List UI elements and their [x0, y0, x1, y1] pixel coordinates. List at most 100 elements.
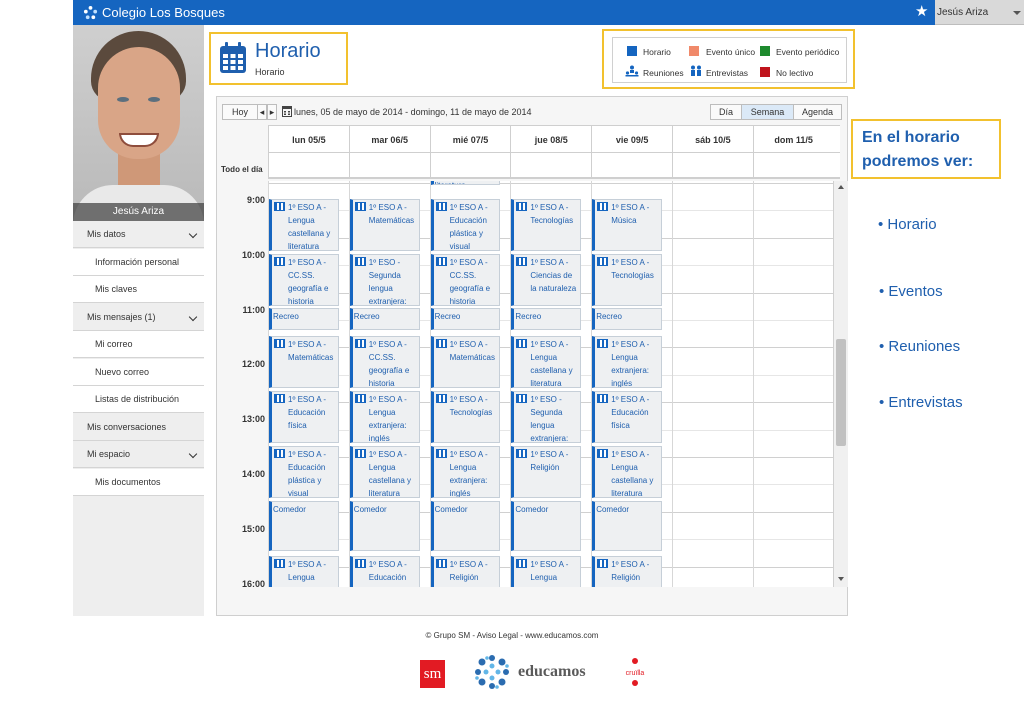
- info-callout: En el horario podremos ver:: [851, 119, 1001, 179]
- class-icon: [354, 339, 366, 349]
- class-icon: [354, 558, 366, 568]
- schedule-event[interactable]: 1º ESO A - Lengua extranjera: inglés: [592, 336, 662, 389]
- schedule-event[interactable]: Recreo: [511, 308, 582, 330]
- sidebar-item-5[interactable]: Nuevo correo: [73, 358, 204, 386]
- info-heading-line2: podremos ver:: [862, 153, 974, 170]
- sidebar-item-3[interactable]: Mis mensajes (1): [73, 303, 204, 331]
- schedule-event[interactable]: 1º ESO A - Religión: [430, 555, 501, 587]
- sidebar-item-7[interactable]: Mis conversaciones: [73, 413, 204, 441]
- schedule-event[interactable]: 1º ESO A - Matemáticas: [430, 336, 501, 389]
- schedule-event[interactable]: 1º ESO A - Lengua extranjera: inglés: [511, 555, 582, 587]
- sidebar-item-1[interactable]: Información personal: [73, 248, 204, 276]
- view-week-button[interactable]: Semana: [741, 104, 794, 120]
- schedule-event[interactable]: Recreo: [349, 308, 420, 330]
- schedule-event[interactable]: 1º ESO A - Tecnologías: [511, 199, 582, 252]
- prev-week-button[interactable]: ◂: [257, 104, 267, 120]
- all-day-cell[interactable]: [591, 153, 672, 177]
- all-day-cell[interactable]: [672, 153, 753, 177]
- schedule-event[interactable]: 1º ESO A - Lengua castellana y literatur…: [349, 446, 420, 498]
- class-icon: [516, 202, 528, 212]
- user-menu[interactable]: Jesús Ariza: [935, 0, 1024, 25]
- sidebar-item-4[interactable]: Mi correo: [73, 331, 204, 358]
- schedule-event[interactable]: 1º ESO A - Educación plástica y visual: [349, 555, 420, 587]
- scroll-down-icon[interactable]: [838, 577, 844, 581]
- today-button[interactable]: Hoy: [222, 104, 258, 120]
- chevron-down-icon[interactable]: [188, 229, 198, 239]
- schedule-event[interactable]: 1º ESO A - Lengua extranjera: inglés: [349, 391, 420, 444]
- schedule-event[interactable]: Comedor: [430, 500, 501, 551]
- schedule-event[interactable]: 1º ESO A - Matemáticas: [269, 336, 339, 389]
- schedule-event[interactable]: 1º ESO A - Lengua extranjera: inglés: [430, 446, 501, 498]
- time-grid[interactable]: 9:00 10:00 11:00 12:00 13:00 14:00 15:00 16:00 …: [217, 181, 848, 587]
- info-bullet-label: Reuniones: [888, 338, 961, 355]
- schedule-event[interactable]: Comedor: [269, 500, 339, 551]
- calendar-icon: [220, 42, 246, 73]
- all-day-cell[interactable]: [752, 153, 834, 177]
- schedule-event[interactable]: literatura: [430, 181, 501, 185]
- sidebar-item-8[interactable]: Mi espacio: [73, 441, 204, 468]
- event-label: 1º ESO A - Ciencias de la naturaleza: [530, 258, 577, 294]
- schedule-event[interactable]: 1º ESO A - Lengua extranjera: inglés: [269, 555, 339, 587]
- scroll-thumb[interactable]: [836, 339, 846, 446]
- class-icon: [435, 449, 447, 458]
- day-header[interactable]: mié 07/5: [429, 126, 511, 154]
- schedule-event[interactable]: Comedor: [349, 500, 420, 551]
- schedule-event[interactable]: 1º ESO A - Matemáticas: [349, 199, 420, 252]
- schedule-event[interactable]: 1º ESO A - Lengua castellana y literatur…: [592, 446, 662, 498]
- schedule-event[interactable]: 1º ESO A - Religión: [511, 446, 582, 498]
- schedule-event[interactable]: 1º ESO A - Educación física: [592, 391, 662, 444]
- schedule-event[interactable]: 1º ESO A - Educación plástica y visual: [430, 199, 501, 252]
- schedule-event[interactable]: 1º ESO A - Tecnologías: [592, 254, 662, 307]
- day-header[interactable]: dom 11/5: [752, 126, 834, 154]
- day-header[interactable]: sáb 10/5: [672, 126, 753, 154]
- schedule-event[interactable]: 1º ESO A - Educación plástica y visual: [269, 446, 339, 498]
- schedule-event[interactable]: 1º ESO A - CC.SS. geografía e historia: [430, 254, 501, 307]
- all-day-cell[interactable]: [268, 153, 349, 177]
- schedule-event[interactable]: 1º ESO A - Lengua castellana y literatur…: [511, 336, 582, 389]
- schedule-event[interactable]: 1º ESO A - Tecnologías: [430, 391, 501, 444]
- day-header[interactable]: vie 09/5: [591, 126, 672, 154]
- schedule-event[interactable]: 1º ESO A - Educación física: [269, 391, 339, 444]
- day-header[interactable]: jue 08/5: [510, 126, 591, 154]
- favorites-star-icon[interactable]: ★: [915, 3, 928, 21]
- schedule-event[interactable]: 1º ESO A - CC.SS. geografía e historia: [269, 254, 339, 307]
- schedule-event[interactable]: 1º ESO A - Lengua castellana y literatur…: [269, 199, 339, 252]
- schedule-event[interactable]: 1º ESO - Segunda lengua extranjera: Fran…: [349, 254, 420, 307]
- view-day-button[interactable]: Día: [710, 104, 742, 120]
- schedule-event[interactable]: 1º ESO A - CC.SS. geografía e historia: [349, 336, 420, 389]
- schedule-event[interactable]: 1º ESO A - Ciencias de la naturaleza: [511, 254, 582, 307]
- event-label: 1º ESO A - Educación física: [611, 395, 650, 431]
- sidebar-item-6[interactable]: Listas de distribución: [73, 386, 204, 413]
- day-header[interactable]: mar 06/5: [348, 126, 430, 154]
- all-day-cell[interactable]: [348, 153, 430, 177]
- chevron-down-icon[interactable]: [188, 449, 198, 459]
- meeting-icon: [625, 65, 639, 77]
- chevron-down-icon[interactable]: [188, 312, 198, 321]
- sidebar-item-label: Mis documentos: [95, 476, 161, 487]
- schedule-event[interactable]: 1º ESO A - Música: [592, 199, 662, 252]
- next-week-button[interactable]: ▸: [267, 104, 277, 120]
- date-picker-icon[interactable]: [282, 105, 292, 117]
- sidebar-item-9[interactable]: Mis documentos: [73, 468, 204, 496]
- scroll-up-icon[interactable]: [838, 185, 844, 189]
- view-agenda-button[interactable]: Agenda: [793, 104, 842, 120]
- class-icon: [354, 257, 366, 267]
- school-name[interactable]: Colegio Los Bosques: [102, 5, 225, 20]
- sidebar-item-2[interactable]: Mis claves: [73, 276, 204, 303]
- vertical-scrollbar[interactable]: [833, 181, 848, 587]
- schedule-event[interactable]: Recreo: [592, 308, 662, 330]
- all-day-cell[interactable]: [510, 153, 591, 177]
- schedule-event[interactable]: Comedor: [592, 500, 662, 551]
- event-label: 1º ESO A - Lengua extranjera: inglés: [288, 559, 327, 587]
- legend-label-evento-periodico: Evento periódico: [776, 47, 840, 57]
- schedule-event[interactable]: Comedor: [511, 500, 582, 551]
- legend-label-no-lectivo: No lectivo: [776, 68, 814, 78]
- sidebar-item-0[interactable]: Mis datos: [73, 221, 204, 248]
- all-day-cell[interactable]: [429, 153, 511, 177]
- info-bullet: • Reuniones: [879, 338, 960, 355]
- schedule-event[interactable]: Recreo: [269, 308, 339, 330]
- schedule-event[interactable]: 1º ESO - Segunda lengua extranjera: Fran…: [511, 391, 582, 444]
- schedule-event[interactable]: 1º ESO A - Religión: [592, 555, 662, 587]
- schedule-event[interactable]: Recreo: [430, 308, 501, 330]
- day-header[interactable]: lun 05/5: [268, 126, 349, 154]
